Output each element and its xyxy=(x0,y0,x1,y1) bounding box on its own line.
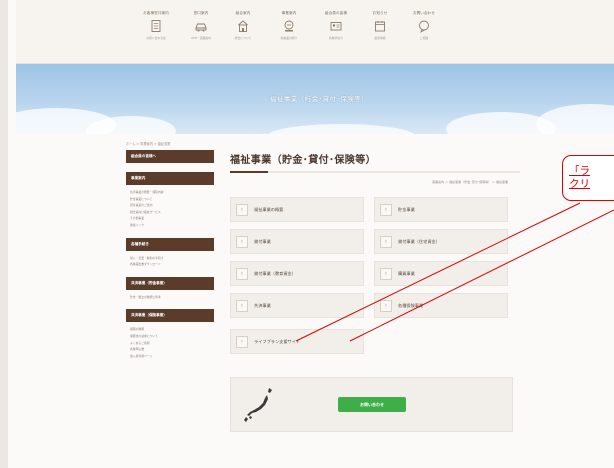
sidebar-link[interactable]: 共済事業の概要・保障内容 xyxy=(130,189,214,196)
callout-text: クリ xyxy=(569,178,590,190)
breadcrumb[interactable]: ホーム > 事業案内 > 福祉事業 xyxy=(126,141,170,146)
sidebar-link[interactable]: 関連リンク xyxy=(130,222,214,229)
id-card-icon xyxy=(330,22,342,31)
document-icon xyxy=(151,20,161,32)
hero-banner: 福祉事業（貯金･貸付･保険等） xyxy=(16,64,614,134)
link-card-label: 共済事業 xyxy=(254,303,271,308)
link-card-label: 各種保険事業 xyxy=(398,303,424,308)
list-icon xyxy=(284,20,294,32)
arrow-right-icon: › xyxy=(380,268,392,280)
sidebar-link[interactable]: その他事業 xyxy=(130,215,214,222)
link-card-label: 貯金事業 xyxy=(398,207,415,212)
link-card-label: 貸付事業 xyxy=(254,239,271,244)
arrow-right-icon: › xyxy=(236,268,248,280)
nav-label: お問い合わせ xyxy=(412,11,436,15)
sidebar-link[interactable]: 保険金の請求について xyxy=(130,333,214,340)
arrow-right-icon: › xyxy=(236,236,248,248)
sidebar-link[interactable]: 各種届出書ダウンロード xyxy=(130,261,214,268)
link-card[interactable]: › 貸付事業（教育資金） xyxy=(230,261,364,286)
annotation-callout: 「ラ クリ xyxy=(562,155,614,201)
link-card[interactable]: › 購買事業 xyxy=(374,261,508,286)
arrow-right-icon: › xyxy=(380,300,392,312)
sidebar-link[interactable]: 各種申込書 xyxy=(130,346,214,353)
sidebar-link[interactable]: 組合員向け福祉サービス xyxy=(130,209,214,216)
sidebar-link[interactable]: 貸付事業のご案内 xyxy=(130,202,214,209)
sidebar-list: 保険の種類 保険金の請求について よくあるご質問 各種申込書 加入者専用ページ xyxy=(126,322,214,359)
sidebar-link[interactable]: よくあるご質問 xyxy=(130,340,214,347)
japan-map-icon xyxy=(244,388,272,422)
contact-box: お問い合わせ xyxy=(230,377,513,432)
title-divider xyxy=(230,171,520,173)
cloud-shape xyxy=(266,124,416,134)
sidebar-heading[interactable]: 組合員の皆様へ xyxy=(126,150,214,163)
link-card[interactable]: › 貸付事業 xyxy=(230,229,364,254)
sidebar-link[interactable]: 加入・変更・解約の手続き xyxy=(130,255,214,262)
sidebar-link[interactable]: 加入者専用ページ xyxy=(130,353,214,360)
link-card[interactable]: › 貯金事業 xyxy=(374,197,508,222)
hero-title: 福祉事業（貯金･貸付･保険等） xyxy=(269,95,369,103)
contact-button[interactable]: お問い合わせ xyxy=(338,397,406,412)
sidebar-list: 加入・変更・解約の手続き 各種届出書ダウンロード xyxy=(126,251,214,268)
sidebar-heading[interactable]: 各種手続き xyxy=(126,237,214,251)
sidebar-heading[interactable]: 共済事業（貯金事業） xyxy=(126,276,214,290)
page-title: 福祉事業（貯金･貸付･保険等） xyxy=(230,155,376,166)
arrow-right-icon: › xyxy=(236,300,248,312)
arrow-right-icon: › xyxy=(380,204,392,216)
calendar-icon xyxy=(375,21,385,32)
content-breadcrumb[interactable]: 事業案内 ＞ 福祉事業（貯金･貸付･保険等） ＞ 福祉事業 xyxy=(432,180,508,184)
link-card[interactable]: › 共済事業 xyxy=(230,293,364,318)
sidebar-list: 共済事業の概要・保障内容 貯金事業について 貸付事業のご案内 組合員向け福祉サー… xyxy=(126,185,214,229)
nav-sub-label: ご相談 xyxy=(419,36,429,40)
top-navigation: お客様窓口案内 お問い合わせ先 窓口案内 ATM・店舗案内 組合案内 組合につい… xyxy=(16,0,614,64)
link-card-label: 福祉事業の概要 xyxy=(254,207,284,212)
sidebar-heading[interactable]: 事業案内 xyxy=(126,172,214,185)
link-card[interactable]: › 各種保険事業 xyxy=(374,293,508,318)
link-card-label: 貸付事業（住宅資金） xyxy=(398,239,440,244)
link-card[interactable]: › 貸付事業（住宅資金） xyxy=(374,229,508,254)
arrow-right-icon: › xyxy=(236,204,248,216)
sidebar: 組合員の皆様へ 事業案内 共済事業の概要・保障内容 貯金事業について 貸付事業の… xyxy=(126,150,214,359)
sidebar-link[interactable]: 貯金事業について xyxy=(130,196,214,203)
cloud-shape xyxy=(536,104,614,134)
arrow-right-icon: › xyxy=(380,236,392,248)
sidebar-heading[interactable]: 共済事業（保険事業） xyxy=(126,309,214,323)
chat-icon xyxy=(419,20,429,33)
page: お客様窓口案内 お問い合わせ先 窓口案内 ATM・店舗案内 組合案内 組合につい… xyxy=(0,0,614,468)
sidebar-list: 貯金・積立の種類と利率 xyxy=(126,290,214,301)
link-card-label: 貸付事業（教育資金） xyxy=(254,271,296,276)
car-icon xyxy=(195,23,207,32)
link-card-label: 購買事業 xyxy=(398,271,415,276)
arrow-right-icon: › xyxy=(236,336,248,348)
sidebar-link[interactable]: 保険の種類 xyxy=(130,326,214,333)
link-card-life-plan[interactable]: › ライフプラン支援サイト xyxy=(230,329,364,354)
link-card-label: ライフプラン支援サイト xyxy=(254,339,301,344)
building-icon xyxy=(238,20,248,32)
link-card[interactable]: › 福祉事業の概要 xyxy=(230,197,364,222)
nav-item-contact[interactable]: お問い合わせ ご相談 xyxy=(394,10,454,40)
title-divider-accent xyxy=(230,171,268,173)
callout-text: 「ラ xyxy=(569,165,590,177)
sidebar-link[interactable]: 貯金・積立の種類と利率 xyxy=(130,294,214,301)
